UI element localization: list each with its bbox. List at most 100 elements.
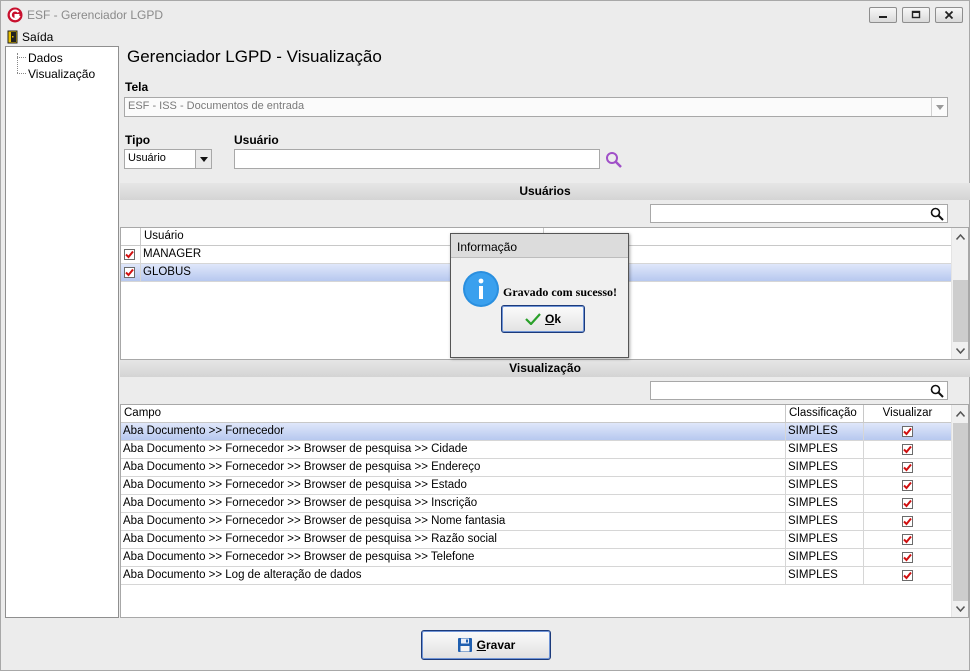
campo-cell: Aba Documento >> Fornecedor >> Browser d… <box>121 441 786 458</box>
checkbox[interactable] <box>902 516 913 527</box>
close-button[interactable] <box>935 7 963 23</box>
campo-cell: Aba Documento >> Fornecedor >> Browser d… <box>121 549 786 566</box>
table-row[interactable]: Aba Documento >> Fornecedor >> Browser d… <box>121 459 952 477</box>
checkbox[interactable] <box>902 534 913 545</box>
tipo-select[interactable]: Usuário <box>124 149 212 169</box>
chevron-up-icon[interactable] <box>952 405 968 422</box>
visualizar-cell <box>864 423 952 440</box>
visualizar-cell <box>864 567 952 584</box>
classificacao-cell: SIMPLES <box>786 477 864 494</box>
usuarios-section-header: Usuários <box>120 183 970 200</box>
window-title: ESF - Gerenciador LGPD <box>27 8 164 22</box>
usuario-label: Usuário <box>234 133 279 147</box>
chevron-up-icon[interactable] <box>952 228 968 245</box>
classificacao-cell: SIMPLES <box>786 567 864 584</box>
maximize-button[interactable] <box>902 7 930 23</box>
header-visualizar[interactable]: Visualizar <box>864 405 952 423</box>
checkbox[interactable] <box>902 480 913 491</box>
tela-select[interactable]: ESF - ISS - Documentos de entrada <box>124 97 948 117</box>
checkbox[interactable] <box>124 249 135 260</box>
usuarios-filter-input[interactable] <box>650 204 948 223</box>
table-row[interactable]: Aba Documento >> Fornecedor >> Browser d… <box>121 495 952 513</box>
dialog-message: Gravado com sucesso! <box>503 285 617 299</box>
classificacao-cell: SIMPLES <box>786 459 864 476</box>
table-row[interactable]: Aba Documento >> Fornecedor SIMPLES <box>121 423 952 441</box>
tree-connector <box>17 53 18 73</box>
search-icon[interactable] <box>930 207 944 221</box>
minimize-button[interactable] <box>869 7 897 23</box>
table-row[interactable]: Aba Documento >> Fornecedor >> Browser d… <box>121 513 952 531</box>
classificacao-cell: SIMPLES <box>786 531 864 548</box>
checkbox[interactable] <box>902 570 913 581</box>
ok-button[interactable]: Ok <box>501 305 585 333</box>
table-row[interactable]: Aba Documento >> Log de alteração de dad… <box>121 567 952 585</box>
checkbox[interactable] <box>902 462 913 473</box>
campo-cell: Aba Documento >> Fornecedor >> Browser d… <box>121 459 786 476</box>
navigation-tree: Dados Visualização <box>5 46 119 618</box>
search-icon[interactable] <box>605 151 623 169</box>
app-logo-icon <box>7 7 23 23</box>
campo-cell: Aba Documento >> Fornecedor <box>121 423 786 440</box>
dialog-title: Informação <box>451 234 628 258</box>
checkbox[interactable] <box>902 426 913 437</box>
visualizar-cell <box>864 513 952 530</box>
usuario-input[interactable] <box>234 149 600 169</box>
classificacao-cell: SIMPLES <box>786 423 864 440</box>
classificacao-cell: SIMPLES <box>786 549 864 566</box>
search-icon[interactable] <box>930 384 944 398</box>
classificacao-cell: SIMPLES <box>786 513 864 530</box>
visualizar-cell <box>864 477 952 494</box>
visualizar-cell <box>864 441 952 458</box>
checkbox[interactable] <box>902 444 913 455</box>
scrollbar-thumb[interactable] <box>953 423 968 601</box>
header-check-column <box>121 228 141 246</box>
save-button[interactable]: Gravar <box>421 630 551 660</box>
campo-cell: Aba Documento >> Log de alteração de dad… <box>121 567 786 584</box>
chevron-down-icon <box>931 98 947 116</box>
visualizacao-grid-header: Campo Classificação Visualizar <box>121 405 952 423</box>
page-title: Gerenciador LGPD - Visualização <box>127 47 382 66</box>
menu-bar: Saída <box>1 29 969 45</box>
info-dialog: Informação Gravado com sucesso! Ok <box>450 233 629 358</box>
checkbox[interactable] <box>902 552 913 563</box>
header-campo[interactable]: Campo <box>121 405 786 423</box>
checkbox[interactable] <box>902 498 913 509</box>
chevron-down-icon[interactable] <box>952 342 968 359</box>
campo-cell: Aba Documento >> Fornecedor >> Browser d… <box>121 477 786 494</box>
visualizacao-section-header: Visualização <box>120 360 970 377</box>
classificacao-cell: SIMPLES <box>786 441 864 458</box>
table-row[interactable]: Aba Documento >> Fornecedor >> Browser d… <box>121 477 952 495</box>
visualizacao-filter-input[interactable] <box>650 381 948 400</box>
tela-label: Tela <box>125 80 149 94</box>
ok-button-label: Ok <box>544 312 562 326</box>
visualizar-cell <box>864 495 952 512</box>
tree-item-visualizacao[interactable]: Visualização <box>28 67 95 81</box>
tela-value: ESF - ISS - Documentos de entrada <box>128 100 305 112</box>
chevron-down-icon[interactable] <box>952 600 968 617</box>
campo-cell: Aba Documento >> Fornecedor >> Browser d… <box>121 513 786 530</box>
checkbox[interactable] <box>124 267 135 278</box>
exit-menu-item[interactable]: Saída <box>7 29 53 45</box>
header-classificacao[interactable]: Classificação <box>786 405 864 423</box>
classificacao-cell: SIMPLES <box>786 495 864 512</box>
exit-menu-label: Saída <box>22 30 54 44</box>
tree-connector <box>17 73 26 74</box>
title-bar: ESF - Gerenciador LGPD <box>1 1 969 29</box>
table-row[interactable]: Aba Documento >> Fornecedor >> Browser d… <box>121 549 952 567</box>
table-row[interactable]: Aba Documento >> Fornecedor >> Browser d… <box>121 531 952 549</box>
campo-cell: Aba Documento >> Fornecedor >> Browser d… <box>121 531 786 548</box>
usuarios-scrollbar[interactable] <box>951 228 968 359</box>
floppy-disk-icon <box>457 638 472 652</box>
close-icon <box>944 10 954 20</box>
visualizar-cell <box>864 531 952 548</box>
minimize-icon <box>879 16 887 18</box>
tree-item-dados[interactable]: Dados <box>28 51 63 65</box>
visualizacao-scrollbar[interactable] <box>951 405 968 617</box>
main-window: ESF - Gerenciador LGPD Saída Dados Visua… <box>0 0 970 671</box>
table-row[interactable]: Aba Documento >> Fornecedor >> Browser d… <box>121 441 952 459</box>
visualizar-cell <box>864 459 952 476</box>
check-cell <box>121 264 141 281</box>
scrollbar-thumb[interactable] <box>953 280 968 342</box>
save-button-label: Gravar <box>476 638 516 652</box>
info-icon <box>463 271 499 307</box>
